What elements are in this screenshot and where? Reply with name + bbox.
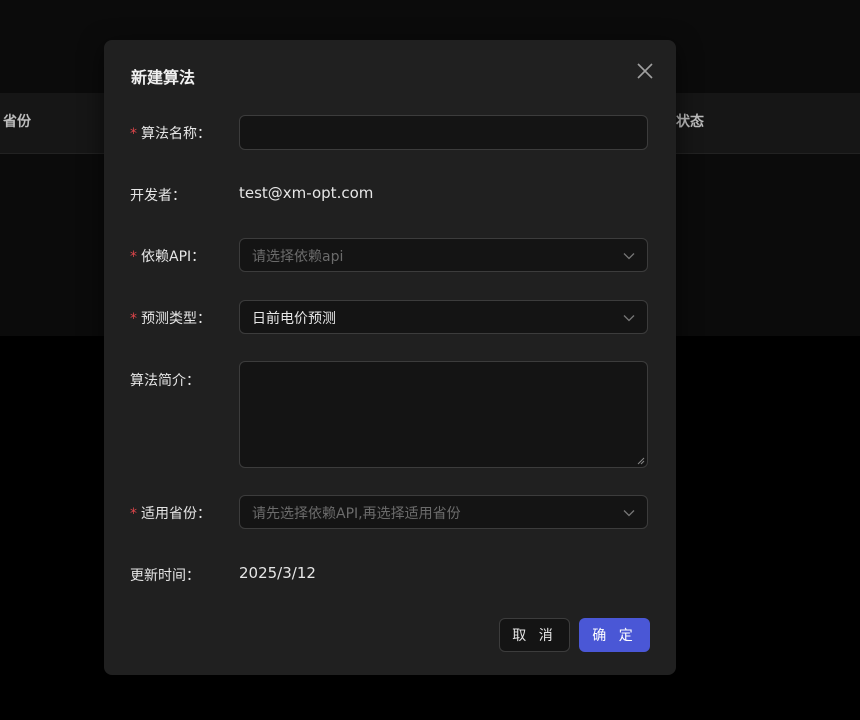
field-row-name: * 算法名称： (130, 115, 650, 150)
cancel-button[interactable]: 取 消 (499, 618, 570, 652)
updated-value: 2025/3/12 (239, 564, 316, 582)
province-placeholder: 请先选择依赖API,再选择适用省份 (252, 506, 461, 522)
developer-label: 开发者： (130, 188, 186, 204)
required-mark: * (130, 249, 137, 265)
type-label: * 预测类型： (130, 311, 211, 327)
type-select[interactable]: 日前电价预测 (239, 300, 648, 334)
column-header-status: 状态 (676, 114, 704, 130)
type-value: 日前电价预测 (252, 311, 336, 327)
chevron-down-icon (623, 253, 635, 260)
api-label: * 依赖API： (130, 249, 206, 265)
dialog-title: 新建算法 (131, 68, 196, 87)
field-row-updated: 更新时间： 2025/3/12 (130, 563, 650, 585)
chevron-down-icon (623, 315, 635, 322)
chevron-down-icon (623, 510, 635, 517)
api-placeholder: 请选择依赖api (252, 249, 344, 265)
province-select[interactable]: 请先选择依赖API,再选择适用省份 (239, 495, 648, 529)
intro-label: 算法简介： (130, 373, 200, 389)
column-header-province: 省份 (3, 114, 31, 130)
required-mark: * (130, 311, 137, 327)
field-row-developer: 开发者： test@xm-opt.com (130, 183, 650, 205)
required-mark: * (130, 126, 137, 142)
api-select[interactable]: 请选择依赖api (239, 238, 648, 272)
resize-grip-icon[interactable] (637, 457, 645, 465)
field-row-api: * 依赖API： 请选择依赖api (130, 238, 650, 272)
intro-field[interactable] (239, 361, 648, 468)
name-input[interactable] (240, 116, 647, 149)
close-icon[interactable] (634, 60, 656, 82)
name-label: * 算法名称： (130, 126, 211, 142)
province-label: * 适用省份： (130, 506, 211, 522)
intro-textarea[interactable] (240, 362, 647, 467)
required-mark: * (130, 506, 137, 522)
updated-label: 更新时间： (130, 568, 200, 584)
name-field[interactable] (239, 115, 648, 150)
developer-value: test@xm-opt.com (239, 184, 374, 202)
field-row-intro: 算法简介： (130, 361, 650, 469)
field-row-province: * 适用省份： 请先选择依赖API,再选择适用省份 (130, 495, 650, 529)
field-row-type: * 预测类型： 日前电价预测 (130, 300, 650, 334)
new-algorithm-dialog: 新建算法 * 算法名称： 开发者： test@xm-opt.com * 依赖API：… (104, 40, 676, 675)
confirm-button[interactable]: 确 定 (579, 618, 650, 652)
